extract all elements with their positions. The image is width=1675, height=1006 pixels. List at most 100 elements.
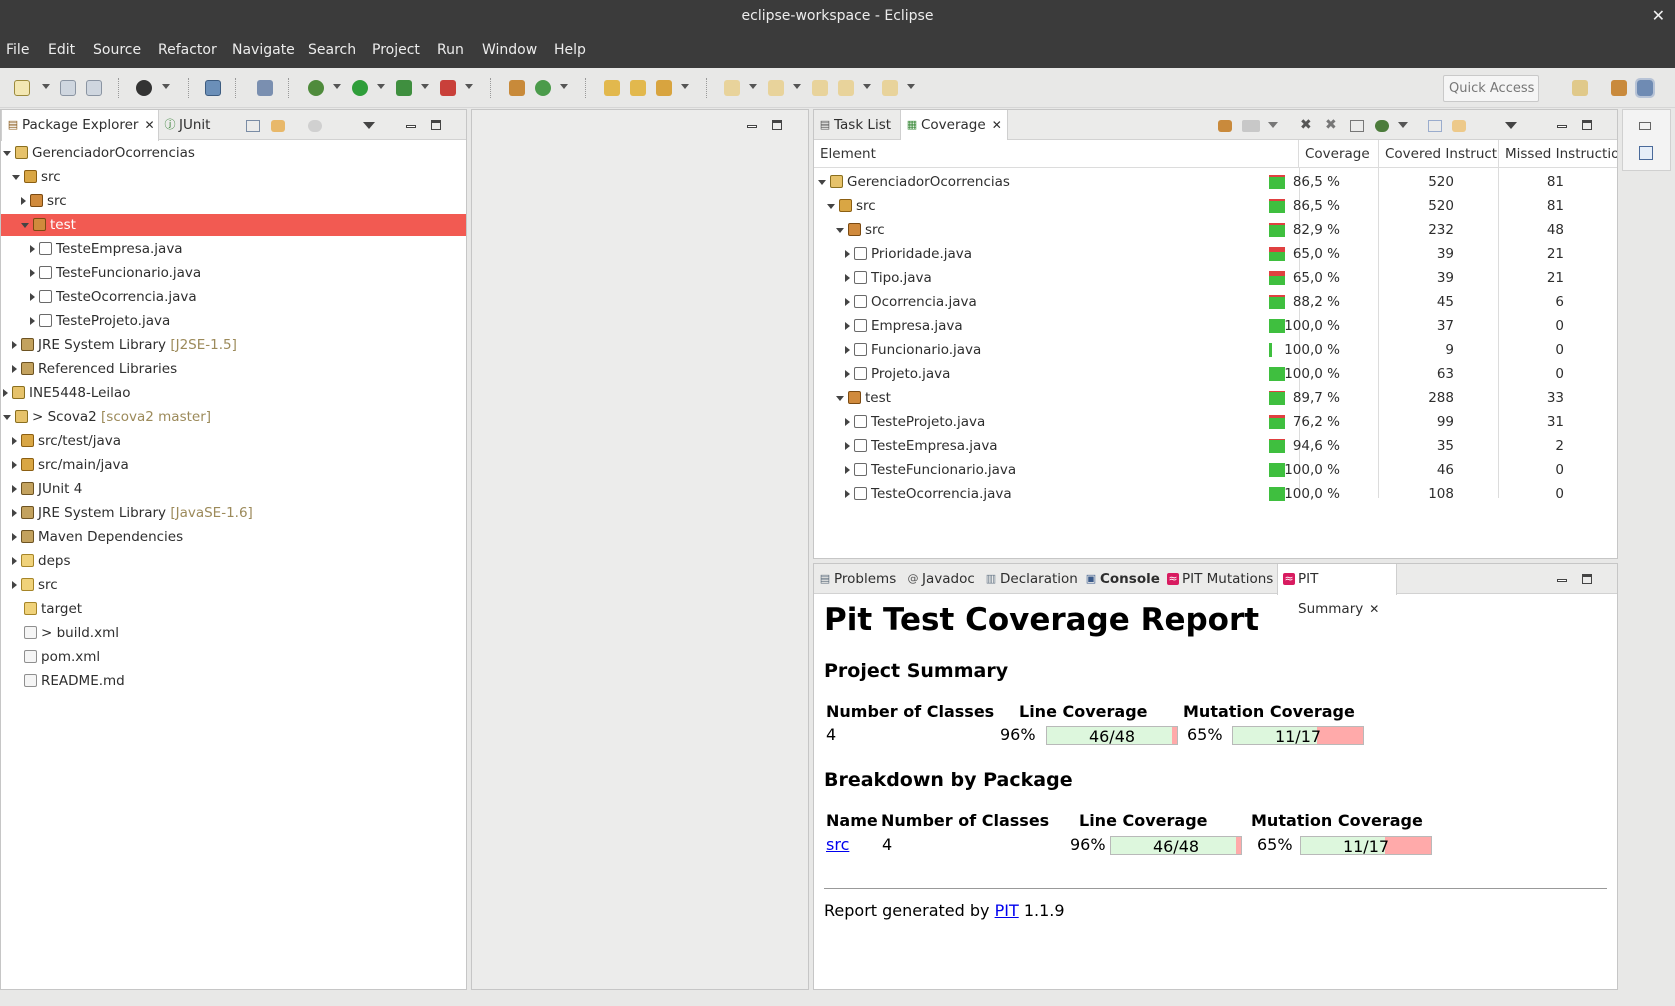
new-java-package-icon[interactable] (509, 80, 525, 96)
tree-item[interactable]: pom.xml (1, 646, 466, 668)
link-with-editor-icon[interactable] (271, 120, 285, 132)
tree-item[interactable]: Maven Dependencies (1, 526, 466, 548)
coverage-view-menu-icon[interactable] (1505, 122, 1517, 129)
java-perspective-icon[interactable] (1611, 80, 1627, 96)
relaunch-coverage-icon[interactable] (1218, 120, 1232, 132)
expand-arrow-icon[interactable] (845, 370, 850, 378)
expand-arrow-icon[interactable] (845, 442, 850, 450)
skip-breakpoints-icon[interactable] (257, 80, 273, 96)
next-annotation-dropdown-icon[interactable] (749, 84, 757, 89)
coverage-row[interactable]: TesteOcorrencia.java 100,0 % 108 0 (814, 483, 1617, 505)
forward-dropdown-icon[interactable] (907, 84, 915, 89)
back-dropdown-icon[interactable] (863, 84, 871, 89)
save-icon[interactable] (60, 80, 76, 96)
tree-item[interactable]: deps (1, 550, 466, 572)
profile-icon[interactable] (136, 80, 152, 96)
collapse-arrow-icon[interactable] (818, 179, 826, 185)
tree-item[interactable]: src/test/java (1, 430, 466, 452)
tab-console[interactable]: ▣ Console (1080, 564, 1162, 594)
terminal-icon[interactable] (205, 80, 221, 96)
forward-icon[interactable] (882, 80, 898, 96)
coverage-dropdown-icon[interactable] (421, 84, 429, 89)
open-type-icon[interactable] (604, 80, 620, 96)
tab-javadoc[interactable]: @ Javadoc (902, 564, 980, 594)
expand-arrow-icon[interactable] (30, 269, 35, 277)
new-java-class-icon[interactable] (535, 80, 551, 96)
tree-item[interactable]: > Scova2 [scova2 master] (1, 406, 466, 428)
expand-arrow-icon[interactable] (12, 437, 17, 445)
back-icon[interactable] (838, 80, 854, 96)
expand-arrow-icon[interactable] (12, 509, 17, 517)
coverage-row[interactable]: Tipo.java 65,0 % 39 21 (814, 267, 1617, 289)
close-window-icon[interactable]: ✕ (1652, 0, 1665, 32)
quick-access-input[interactable]: Quick Access (1443, 75, 1539, 102)
collapse-arrow-icon[interactable] (21, 222, 29, 228)
expand-arrow-icon[interactable] (30, 245, 35, 253)
coverage-row[interactable]: src 82,9 % 232 48 (814, 219, 1617, 241)
expand-arrow-icon[interactable] (845, 274, 850, 282)
expand-arrow-icon[interactable] (30, 317, 35, 325)
previous-annotation-icon[interactable] (768, 80, 784, 96)
menu-project[interactable]: Project (372, 32, 420, 68)
coverage-row[interactable]: Empresa.java 100,0 % 37 0 (814, 315, 1617, 337)
import-session-icon[interactable] (1242, 120, 1260, 132)
expand-arrow-icon[interactable] (845, 418, 850, 426)
expand-arrow-icon[interactable] (12, 341, 17, 349)
pit-dropdown-icon[interactable] (465, 84, 473, 89)
tree-item[interactable]: JRE System Library [J2SE-1.5] (1, 334, 466, 356)
menu-source[interactable]: Source (93, 32, 141, 68)
expand-arrow-icon[interactable] (12, 533, 17, 541)
tree-item[interactable]: README.md (1, 670, 466, 692)
editor-maximize-icon[interactable] (772, 120, 782, 132)
menu-edit[interactable]: Edit (48, 32, 75, 68)
tree-item[interactable]: src/main/java (1, 454, 466, 476)
focus-on-task-icon[interactable] (308, 120, 322, 132)
previous-annotation-dropdown-icon[interactable] (793, 84, 801, 89)
coverage-minimize-icon[interactable] (1557, 120, 1567, 130)
tree-item[interactable]: src (1, 574, 466, 596)
column-missed-instructions[interactable]: Missed Instructior (1499, 140, 1617, 168)
menu-refactor[interactable]: Refactor (158, 32, 217, 68)
tree-item[interactable]: JUnit 4 (1, 478, 466, 500)
next-annotation-icon[interactable] (724, 80, 740, 96)
last-edit-icon[interactable] (812, 80, 828, 96)
coverage-row[interactable]: Funcionario.java 100,0 % 9 0 (814, 339, 1617, 361)
coverage-maximize-icon[interactable] (1582, 120, 1592, 132)
collapse-all-coverage-icon[interactable] (1428, 120, 1442, 132)
new-class-dropdown-icon[interactable] (560, 84, 568, 89)
close-pit-summary-tab-icon[interactable]: ✕ (1369, 602, 1379, 616)
menu-help[interactable]: Help (554, 32, 586, 68)
open-perspective-icon[interactable] (1572, 80, 1588, 96)
maximize-icon[interactable] (431, 120, 441, 132)
coverage-row[interactable]: test 89,7 % 288 33 (814, 387, 1617, 409)
coverage-row[interactable]: TesteProjeto.java 76,2 % 99 31 (814, 411, 1617, 433)
tree-item[interactable]: test (1, 214, 466, 236)
expand-arrow-icon[interactable] (845, 466, 850, 474)
editor-minimize-icon[interactable] (747, 120, 757, 130)
tab-problems[interactable]: ▤ Problems (814, 564, 902, 594)
bottom-maximize-icon[interactable] (1582, 574, 1592, 586)
tree-item[interactable]: src (1, 190, 466, 212)
expand-arrow-icon[interactable] (12, 365, 17, 373)
run-icon[interactable] (352, 80, 368, 96)
remove-all-sessions-icon[interactable]: ✖ (1325, 118, 1337, 132)
session-dropdown-icon[interactable] (1268, 122, 1278, 128)
column-covered-instructions[interactable]: Covered Instructi (1379, 140, 1499, 168)
view-options-dropdown-icon[interactable] (1398, 122, 1408, 128)
tab-junit[interactable]: ⓙ JUnit (159, 110, 239, 140)
link-coverage-icon[interactable] (1452, 120, 1466, 132)
tree-item[interactable]: Referenced Libraries (1, 358, 466, 380)
pit-link[interactable]: PIT (995, 901, 1019, 920)
expand-arrow-icon[interactable] (30, 293, 35, 301)
expand-arrow-icon[interactable] (12, 581, 17, 589)
collapse-arrow-icon[interactable] (836, 395, 844, 401)
tree-item[interactable]: target (1, 598, 466, 620)
coverage-row[interactable]: TesteFuncionario.java 100,0 % 46 0 (814, 459, 1617, 481)
tree-item[interactable]: JRE System Library [JavaSE-1.6] (1, 502, 466, 524)
close-tab-icon[interactable]: ✕ (144, 118, 154, 132)
expand-arrow-icon[interactable] (12, 485, 17, 493)
tree-item[interactable]: GerenciadorOcorrencias (1, 142, 466, 164)
expand-arrow-icon[interactable] (21, 197, 26, 205)
collapse-arrow-icon[interactable] (3, 150, 11, 156)
expand-arrow-icon[interactable] (845, 346, 850, 354)
